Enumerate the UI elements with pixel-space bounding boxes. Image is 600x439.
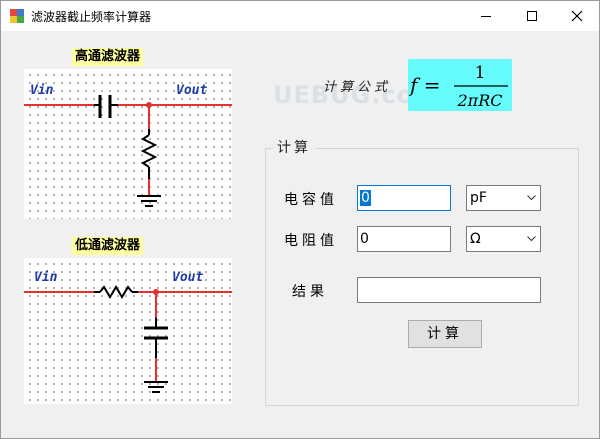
- window-title: 滤波器截止频率计算器: [31, 10, 152, 24]
- high-pass-vin-label: Vin: [30, 83, 54, 98]
- capacitance-value: 0: [360, 190, 371, 206]
- low-pass-vout-label: Vout: [172, 270, 204, 285]
- minimize-icon: [481, 16, 491, 17]
- formula-lhs: f =: [408, 73, 441, 97]
- app-icon: [10, 9, 24, 23]
- minimize-button[interactable]: [463, 1, 509, 31]
- title-bar[interactable]: 滤波器截止频率计算器: [1, 1, 599, 31]
- chevron-down-icon: [527, 236, 536, 242]
- resistance-input[interactable]: 0: [357, 226, 451, 252]
- high-pass-vout-label: Vout: [176, 83, 208, 98]
- low-pass-header: 低通滤波器: [72, 237, 144, 255]
- formula-numerator: 1: [475, 63, 486, 83]
- resistance-unit-select[interactable]: Ω: [466, 226, 541, 252]
- capacitance-unit-value: pF: [470, 190, 487, 206]
- high-pass-diagram: Vin Vout: [24, 69, 232, 219]
- chevron-down-icon: [527, 195, 536, 201]
- maximize-icon: [527, 11, 537, 21]
- resistance-label: 电阻值: [284, 233, 338, 249]
- formula-label: 计算公式: [323, 80, 392, 95]
- close-button[interactable]: [554, 1, 600, 31]
- result-label: 结果: [292, 284, 328, 300]
- capacitance-unit-select[interactable]: pF: [466, 185, 541, 211]
- calculate-button[interactable]: 计算: [408, 320, 482, 348]
- calc-group-title: 计算: [273, 137, 315, 157]
- result-field[interactable]: [357, 277, 541, 303]
- low-pass-diagram: Vin Vout: [24, 258, 232, 404]
- cutoff-formula: f = 1 2πRC: [408, 63, 508, 110]
- capacitance-label: 电容值: [284, 192, 338, 208]
- capacitance-input[interactable]: 0: [357, 185, 451, 211]
- formula-denominator: 2πRC: [457, 91, 503, 110]
- formula-image: f = 1 2πRC: [408, 59, 512, 111]
- resistance-value: 0: [360, 231, 369, 247]
- low-pass-vin-label: Vin: [34, 270, 58, 285]
- close-icon: [571, 10, 583, 22]
- resistance-unit-value: Ω: [470, 231, 481, 247]
- high-pass-header: 高通滤波器: [72, 48, 144, 66]
- app-window: 滤波器截止频率计算器 高通滤波器 Vin Vout 低通滤波器 Vin Vout…: [0, 0, 600, 439]
- maximize-button[interactable]: [509, 1, 555, 31]
